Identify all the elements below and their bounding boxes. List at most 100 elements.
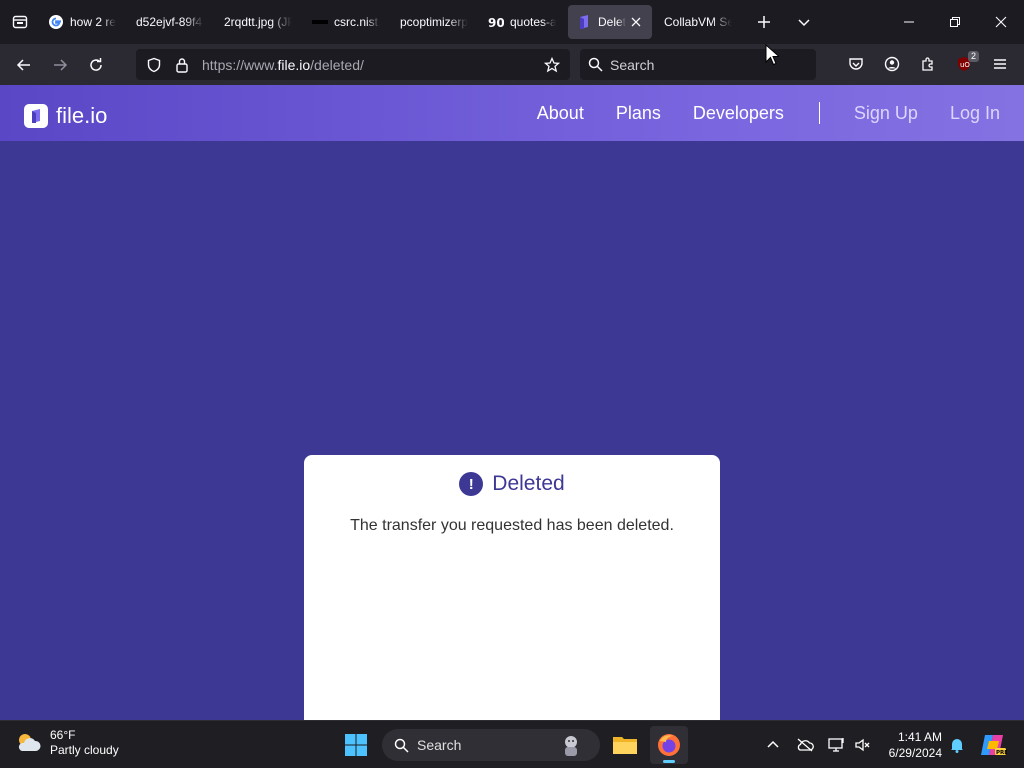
deleted-card: ! Deleted The transfer you requested has… xyxy=(304,455,720,720)
tab-quotes[interactable]: 90 quotes-a xyxy=(480,5,564,39)
notifications-button[interactable] xyxy=(942,729,972,761)
nav-about-link[interactable]: About xyxy=(537,103,584,124)
list-all-tabs-button[interactable] xyxy=(784,0,824,44)
url-prefix: https://www. xyxy=(202,56,278,73)
pocket-button[interactable] xyxy=(838,48,874,80)
google-icon xyxy=(48,14,64,30)
tab-title: how 2 re xyxy=(70,15,116,29)
close-tab-icon[interactable] xyxy=(628,14,644,30)
onedrive-tray[interactable] xyxy=(790,729,820,761)
bookmark-star-icon[interactable] xyxy=(538,49,566,80)
copilot-button[interactable]: PRE xyxy=(976,729,1010,761)
new-tab-button[interactable] xyxy=(744,0,784,44)
search-highlight-icon xyxy=(565,736,577,756)
toolbar-right: uO 2 xyxy=(838,48,1018,80)
weather-temp: 66°F xyxy=(50,728,76,742)
firefox-taskbar-button[interactable] xyxy=(650,726,688,764)
lock-icon[interactable] xyxy=(168,49,196,80)
tab-d52ejvf[interactable]: d52ejvf-89f4 xyxy=(128,5,212,39)
tab-title: d52ejvf-89f4 xyxy=(136,15,203,29)
active-indicator xyxy=(663,760,675,763)
clock-date: 6/29/2024 xyxy=(888,746,942,760)
search-icon xyxy=(394,738,409,753)
copilot-icon: PRE xyxy=(981,735,1007,756)
svg-text:PRE: PRE xyxy=(996,750,1007,756)
nav-developers-link[interactable]: Developers xyxy=(693,103,784,124)
fileio-icon xyxy=(576,14,592,30)
tab-how2[interactable]: how 2 re xyxy=(40,5,124,39)
minimize-icon xyxy=(904,21,914,23)
svg-text:90: 90 xyxy=(488,16,504,30)
speaker-muted-icon xyxy=(855,738,870,752)
quotes-icon: 90 xyxy=(488,14,504,30)
site-logo[interactable]: file.io xyxy=(24,103,107,129)
weather-desc: Partly cloudy xyxy=(50,743,119,757)
forward-button[interactable] xyxy=(42,49,78,81)
card-message: The transfer you requested has been dele… xyxy=(350,517,674,534)
windows-logo-icon xyxy=(345,734,367,756)
tab-2rqdtt[interactable]: 2rqdtt.jpg (JP xyxy=(216,5,300,39)
tab-csrc-nist[interactable]: csrc.nist. xyxy=(304,5,388,39)
site-nav: About Plans Developers Sign Up Log In xyxy=(505,85,1000,141)
ublock-button[interactable]: uO 2 xyxy=(946,48,982,80)
tab-bar: how 2 re d52ejvf-89f4 2rqdtt.jpg (JP csr… xyxy=(0,0,1024,44)
svg-text:uO: uO xyxy=(960,61,970,69)
close-window-button[interactable] xyxy=(978,0,1024,44)
extensions-button[interactable] xyxy=(910,48,946,80)
monitor-icon xyxy=(828,738,844,752)
url-text[interactable]: https://www.file.io/deleted/ xyxy=(196,57,538,73)
screen: how 2 re d52ejvf-89f4 2rqdtt.jpg (JP csr… xyxy=(0,0,1024,768)
back-button[interactable] xyxy=(6,49,42,81)
chevron-down-icon xyxy=(798,19,810,27)
nav-divider xyxy=(818,102,820,124)
account-button[interactable] xyxy=(874,48,910,80)
nav-signup-link[interactable]: Sign Up xyxy=(854,103,918,124)
close-icon xyxy=(995,16,1007,28)
volume-tray[interactable] xyxy=(848,729,878,761)
file-explorer-button[interactable] xyxy=(606,726,644,764)
url-path: /deleted/ xyxy=(310,56,364,73)
restore-icon xyxy=(950,17,960,27)
tab-title: Delete xyxy=(598,15,626,29)
menu-button[interactable] xyxy=(982,48,1018,80)
cloud-offline-icon xyxy=(797,738,814,752)
search-icon xyxy=(588,57,610,72)
tab-pcoptimizer[interactable]: pcoptimizerp xyxy=(392,5,476,39)
tab-title: quotes-a xyxy=(510,15,556,29)
minimize-button[interactable] xyxy=(886,0,932,44)
clock[interactable]: 1:41 AM 6/29/2024 xyxy=(882,729,942,761)
partly-cloudy-icon xyxy=(18,734,41,751)
restore-button[interactable] xyxy=(932,0,978,44)
tab-strip: how 2 re d52ejvf-89f4 2rqdtt.jpg (JP csr… xyxy=(40,0,744,44)
search-placeholder: Search xyxy=(610,56,655,73)
start-button[interactable] xyxy=(340,729,372,761)
fileio-logo-icon xyxy=(24,104,48,128)
exclamation-icon: ! xyxy=(459,472,484,496)
plus-icon xyxy=(758,16,770,28)
url-domain: file.io xyxy=(277,56,311,73)
tab-collabvm[interactable]: CollabVM Se xyxy=(656,5,740,39)
folder-icon xyxy=(613,737,637,754)
url-bar[interactable]: https://www.file.io/deleted/ xyxy=(136,49,570,80)
tracking-protection-shield-icon[interactable] xyxy=(140,49,168,80)
clock-time: 1:41 AM xyxy=(897,730,942,744)
bell-icon xyxy=(951,739,963,753)
firefox-view-button[interactable] xyxy=(0,0,40,44)
search-bar[interactable]: Search xyxy=(580,49,816,80)
chevron-up-icon xyxy=(767,740,779,748)
taskbar: 66°F Partly cloudy Search 1:41 AM 6/29/2… xyxy=(0,720,1024,768)
reload-icon xyxy=(90,57,102,71)
firefox-icon xyxy=(658,734,680,756)
tab-deleted[interactable]: Delete xyxy=(568,5,652,39)
reload-button[interactable] xyxy=(78,49,114,81)
show-hidden-icons-button[interactable] xyxy=(758,729,788,761)
firefox-view-icon xyxy=(12,15,28,29)
tab-title: CollabVM Se xyxy=(664,15,732,29)
nav-plans-link[interactable]: Plans xyxy=(616,103,661,124)
taskbar-search[interactable]: Search xyxy=(382,729,600,761)
page-viewport: file.io About Plans Developers Sign Up L… xyxy=(0,85,1024,720)
puzzle-icon xyxy=(922,57,933,71)
weather-widget[interactable]: 66°F Partly cloudy xyxy=(14,728,119,758)
nav-login-link[interactable]: Log In xyxy=(950,103,1000,124)
forward-arrow-icon xyxy=(54,58,68,71)
